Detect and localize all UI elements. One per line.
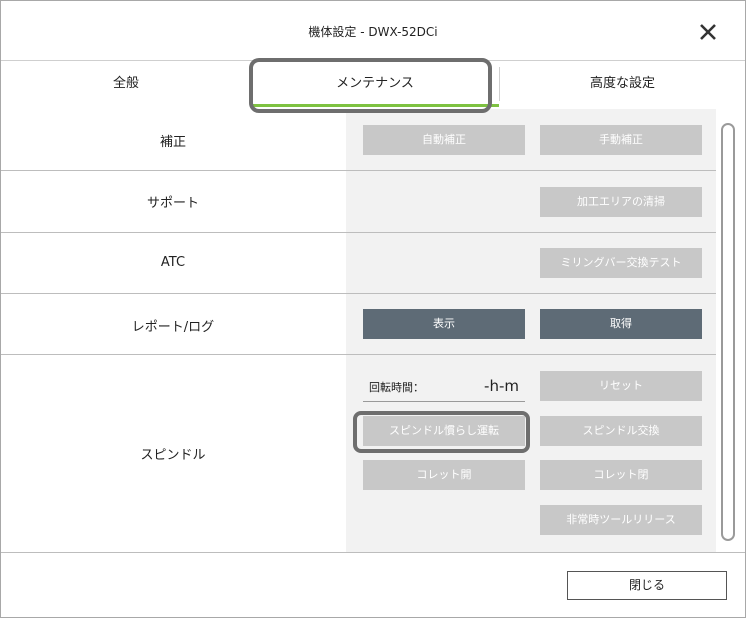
active-tab-indicator [251, 104, 499, 107]
tab-general[interactable]: 全般 [1, 61, 251, 107]
tab-bar: 全般 メンテナンス 高度な設定 [1, 61, 745, 109]
tab-advanced-label: 高度な設定 [589, 76, 655, 91]
report-log-label: レポート/ログ [131, 320, 215, 335]
section-divider [1, 293, 716, 294]
title-bar: 機体設定 - DWX-52DCi [1, 1, 745, 61]
calibration-label: 補正 [159, 135, 186, 150]
tab-maintenance-label: メンテナンス [336, 76, 414, 91]
spindle-label: スピンドル [140, 448, 206, 463]
spindle-replacement-button[interactable]: スピンドル交換 [540, 416, 702, 446]
collet-open-button[interactable]: コレット開 [363, 460, 525, 490]
emergency-tool-release-button[interactable]: 非常時ツールリリース [540, 505, 702, 535]
clean-work-area-button[interactable]: 加工エリアの清掃 [540, 187, 702, 217]
auto-calibration-button[interactable]: 自動補正 [363, 125, 525, 155]
section-divider [1, 232, 716, 233]
vertical-scrollbar[interactable] [721, 123, 735, 541]
close-button[interactable]: 閉じる [567, 571, 727, 600]
maintenance-content: 補正 自動補正 手動補正 サポート 加工エリアの清掃 ATC ミリングバー交換テ… [1, 109, 745, 552]
dialog-footer: 閉じる [1, 552, 745, 617]
manual-calibration-button[interactable]: 手動補正 [540, 125, 702, 155]
milling-bar-replacement-test-button[interactable]: ミリングバー交換テスト [540, 248, 702, 278]
runtime-label: 回転時間： [369, 381, 424, 394]
section-divider [1, 170, 716, 171]
reset-runtime-button[interactable]: リセット [540, 371, 702, 401]
tab-general-label: 全般 [112, 76, 139, 91]
tab-maintenance[interactable]: メンテナンス [251, 61, 499, 107]
atc-label: ATC [160, 255, 186, 270]
machine-settings-dialog: 機体設定 - DWX-52DCi 全般 メンテナンス 高度な設定 補正 自動補正… [0, 0, 746, 618]
tab-advanced[interactable]: 高度な設定 [500, 61, 745, 107]
spindle-break-in-button[interactable]: スピンドル慣らし運転 [363, 416, 525, 446]
spindle-runtime-display: 回転時間： -h-m [363, 371, 525, 402]
support-label: サポート [146, 196, 199, 211]
section-divider [1, 354, 716, 355]
dialog-title: 機体設定 - DWX-52DCi [308, 25, 438, 39]
runtime-value: -h-m [484, 377, 519, 395]
get-report-button[interactable]: 取得 [540, 309, 702, 339]
close-icon[interactable] [694, 21, 722, 43]
collet-close-button[interactable]: コレット閉 [540, 460, 702, 490]
show-report-button[interactable]: 表示 [363, 309, 525, 339]
